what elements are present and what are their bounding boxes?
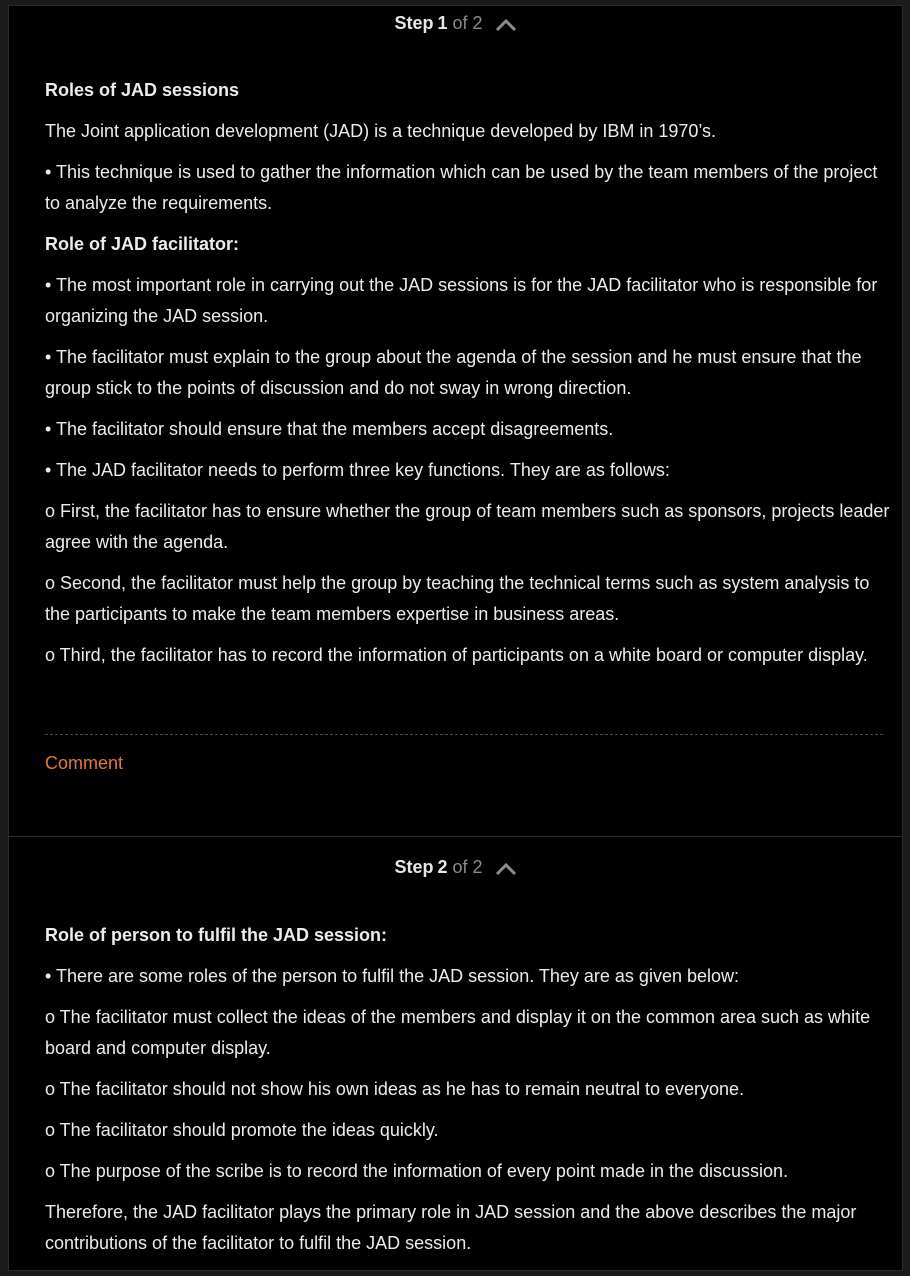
section-heading: Role of person to fulfil the JAD session… [45,925,388,945]
step-2-header[interactable]: Step 2 of 2 [9,852,902,882]
step-1-header[interactable]: Step 1 of 2 [9,8,902,38]
step-label: Step [394,12,434,33]
step-total: of 2 [452,12,483,33]
paragraph: o Second, the facilitator must help the … [45,573,870,624]
paragraph: o The purpose of the scribe is to record… [45,1161,789,1181]
paragraph: o The facilitator should not show his ow… [45,1079,745,1099]
step-number: 1 [437,12,448,33]
step-2-content: Role of person to fulfil the JAD session… [45,920,891,1269]
paragraph: • There are some roles of the person to … [45,966,739,986]
divider [45,734,883,735]
section-separator [9,836,902,837]
paragraph: • The facilitator must explain to the gr… [45,347,862,398]
chevron-up-icon[interactable] [495,16,517,32]
comment-link[interactable]: Comment [45,753,123,774]
chevron-up-icon[interactable] [495,860,517,876]
paragraph: o The facilitator should promote the ide… [45,1120,439,1140]
paragraph: • This technique is used to gather the i… [45,162,878,213]
paragraph: The Joint application development (JAD) … [45,121,717,141]
step-total: of 2 [452,856,483,877]
step-1-content: Roles of JAD sessions The Joint applicati… [45,75,891,681]
paragraph: o First, the facilitator has to ensure w… [45,501,890,552]
solution-panel: Step 1 of 2 Roles of JAD sessions The Joi… [9,6,902,1270]
paragraph: o The facilitator must collect the ideas… [45,1007,871,1058]
step-label: Step [394,856,434,877]
section-heading: Role of JAD facilitator: [45,234,240,254]
paragraph: • The JAD facilitator needs to perform t… [45,460,670,480]
paragraph: • The most important role in carrying ou… [45,275,878,326]
paragraph: • The facilitator should ensure that the… [45,419,614,439]
section-heading: Roles of JAD sessions [45,80,240,100]
paragraph: o Third, the facilitator has to record t… [45,645,868,665]
step-number: 2 [437,856,448,877]
paragraph: Therefore, the JAD facilitator plays the… [45,1202,857,1253]
